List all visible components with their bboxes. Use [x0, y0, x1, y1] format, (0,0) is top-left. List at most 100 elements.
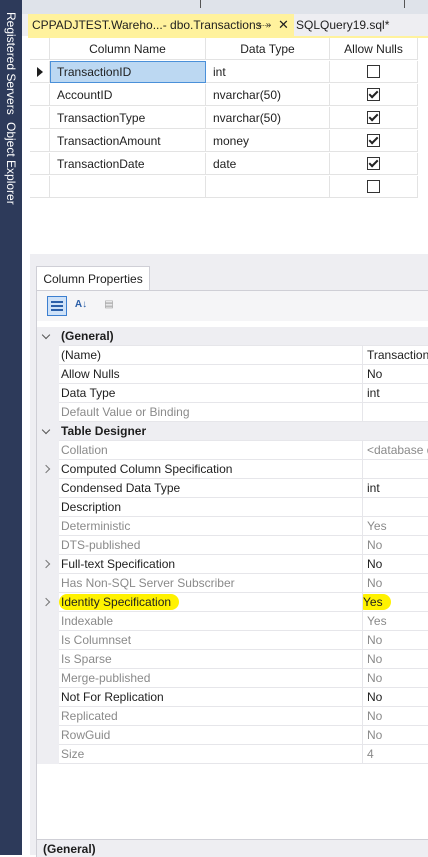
property-value[interactable]: No: [363, 574, 428, 593]
property-value[interactable]: int: [363, 479, 428, 498]
data-type-cell[interactable]: nvarchar(50): [206, 84, 330, 106]
data-type-cell[interactable]: nvarchar(50): [206, 107, 330, 129]
column-name-cell[interactable]: [50, 176, 206, 198]
property-row[interactable]: Indexable Yes: [37, 612, 428, 631]
property-name: Is Sparse: [59, 650, 363, 669]
property-row[interactable]: Is Columnset No: [37, 631, 428, 650]
tab-sql-query[interactable]: SQLQuery19.sql*: [294, 14, 389, 36]
property-row[interactable]: Computed Column Specification: [37, 460, 428, 479]
alphabetical-button[interactable]: A↓: [71, 296, 91, 316]
column-name-cell[interactable]: AccountID: [50, 84, 206, 106]
property-row[interactable]: Identity Specification Yes: [37, 593, 428, 612]
expand-icon[interactable]: [41, 464, 51, 474]
property-value[interactable]: No: [363, 688, 428, 707]
property-value[interactable]: Yes: [363, 612, 428, 631]
allow-nulls-checkbox[interactable]: [367, 88, 380, 102]
property-row[interactable]: Deterministic Yes: [37, 517, 428, 536]
property-value[interactable]: No: [363, 669, 428, 688]
property-value[interactable]: Yes: [363, 517, 428, 536]
table-row[interactable]: TransactionDate date: [30, 153, 418, 176]
row-selector[interactable]: [30, 84, 50, 106]
property-value[interactable]: [363, 460, 428, 479]
data-type-cell[interactable]: int: [206, 61, 330, 83]
property-row[interactable]: Collation <database default>: [37, 441, 428, 460]
property-value[interactable]: No: [363, 650, 428, 669]
property-value[interactable]: No: [363, 555, 428, 574]
table-row[interactable]: TransactionAmount money: [30, 130, 418, 153]
column-name-cell[interactable]: TransactionType: [50, 107, 206, 129]
property-row[interactable]: Full-text Specification No: [37, 555, 428, 574]
property-row[interactable]: Condensed Data Type int: [37, 479, 428, 498]
property-name: Default Value or Binding: [59, 403, 363, 422]
property-name: (General): [59, 327, 428, 346]
property-gutter: [37, 631, 59, 650]
collapse-icon[interactable]: [41, 425, 51, 435]
allow-nulls-checkbox[interactable]: [367, 157, 380, 171]
column-name-cell[interactable]: TransactionDate: [50, 153, 206, 175]
registered-servers-tab[interactable]: Registered Servers: [2, 12, 20, 115]
property-value[interactable]: No: [363, 707, 428, 726]
property-row[interactable]: Is Sparse No: [37, 650, 428, 669]
property-gutter: [37, 593, 59, 612]
allow-nulls-checkbox[interactable]: [367, 65, 380, 79]
property-category[interactable]: (General): [37, 327, 428, 346]
property-row[interactable]: Default Value or Binding: [37, 403, 428, 422]
allow-nulls-checkbox[interactable]: [367, 134, 380, 148]
property-category[interactable]: Table Designer: [37, 422, 428, 441]
categorized-button[interactable]: [47, 296, 67, 316]
property-row[interactable]: RowGuid No: [37, 726, 428, 745]
object-explorer-tab[interactable]: Object Explorer: [2, 122, 20, 205]
property-row[interactable]: Merge-published No: [37, 669, 428, 688]
property-row[interactable]: Data Type int: [37, 384, 428, 403]
property-value[interactable]: No: [363, 631, 428, 650]
property-value-text: No: [367, 576, 383, 590]
data-type-cell[interactable]: date: [206, 153, 330, 175]
property-row[interactable]: (Name) TransactionID: [37, 346, 428, 365]
table-row[interactable]: AccountID nvarchar(50): [30, 84, 418, 107]
allow-nulls-header: Allow Nulls: [330, 38, 418, 60]
property-name-text: Size: [61, 747, 85, 761]
document-tab-bar: CPPADJTEST.Wareho...- dbo.Transactions ⤐…: [22, 14, 428, 36]
property-value[interactable]: int: [363, 384, 428, 403]
row-selector[interactable]: [30, 107, 50, 129]
column-name-cell[interactable]: TransactionID: [50, 61, 206, 83]
property-row[interactable]: Not For Replication No: [37, 688, 428, 707]
property-value[interactable]: [363, 403, 428, 422]
property-value[interactable]: TransactionID: [363, 346, 428, 365]
property-value-text: <database default>: [367, 443, 428, 457]
property-value[interactable]: <database default>: [363, 441, 428, 460]
allow-nulls-checkbox[interactable]: [367, 180, 380, 194]
row-selector[interactable]: [30, 130, 50, 152]
property-value[interactable]: 4: [363, 745, 428, 764]
tab-column-properties[interactable]: Column Properties: [36, 266, 150, 291]
row-selector[interactable]: [30, 153, 50, 175]
collapse-icon[interactable]: [41, 330, 51, 340]
property-value[interactable]: No: [363, 536, 428, 555]
expand-icon[interactable]: [41, 559, 51, 569]
expand-icon[interactable]: [41, 597, 51, 607]
property-pages-button[interactable]: ▤: [99, 296, 119, 316]
property-value[interactable]: Yes: [363, 593, 428, 612]
property-row[interactable]: Description: [37, 498, 428, 517]
close-icon[interactable]: ✕: [278, 14, 289, 36]
property-row[interactable]: Allow Nulls No: [37, 365, 428, 384]
data-type-cell[interactable]: money: [206, 130, 330, 152]
property-value-text: int: [367, 386, 380, 400]
data-type-cell[interactable]: [206, 176, 330, 198]
table-row[interactable]: TransactionID int: [30, 61, 418, 84]
row-selector[interactable]: [30, 61, 50, 83]
tab-table-designer[interactable]: CPPADJTEST.Wareho...- dbo.Transactions ⤐…: [28, 14, 294, 36]
property-row[interactable]: Has Non-SQL Server Subscriber No: [37, 574, 428, 593]
row-selector[interactable]: [30, 176, 50, 198]
property-value[interactable]: No: [363, 726, 428, 745]
property-row[interactable]: Replicated No: [37, 707, 428, 726]
allow-nulls-checkbox[interactable]: [367, 111, 380, 125]
column-name-cell[interactable]: TransactionAmount: [50, 130, 206, 152]
pin-icon[interactable]: ⤐: [258, 14, 271, 36]
property-value[interactable]: [363, 498, 428, 517]
property-value[interactable]: No: [363, 365, 428, 384]
table-row[interactable]: TransactionType nvarchar(50): [30, 107, 418, 130]
property-row[interactable]: Size 4: [37, 745, 428, 764]
property-row[interactable]: DTS-published No: [37, 536, 428, 555]
table-row[interactable]: [30, 176, 418, 199]
